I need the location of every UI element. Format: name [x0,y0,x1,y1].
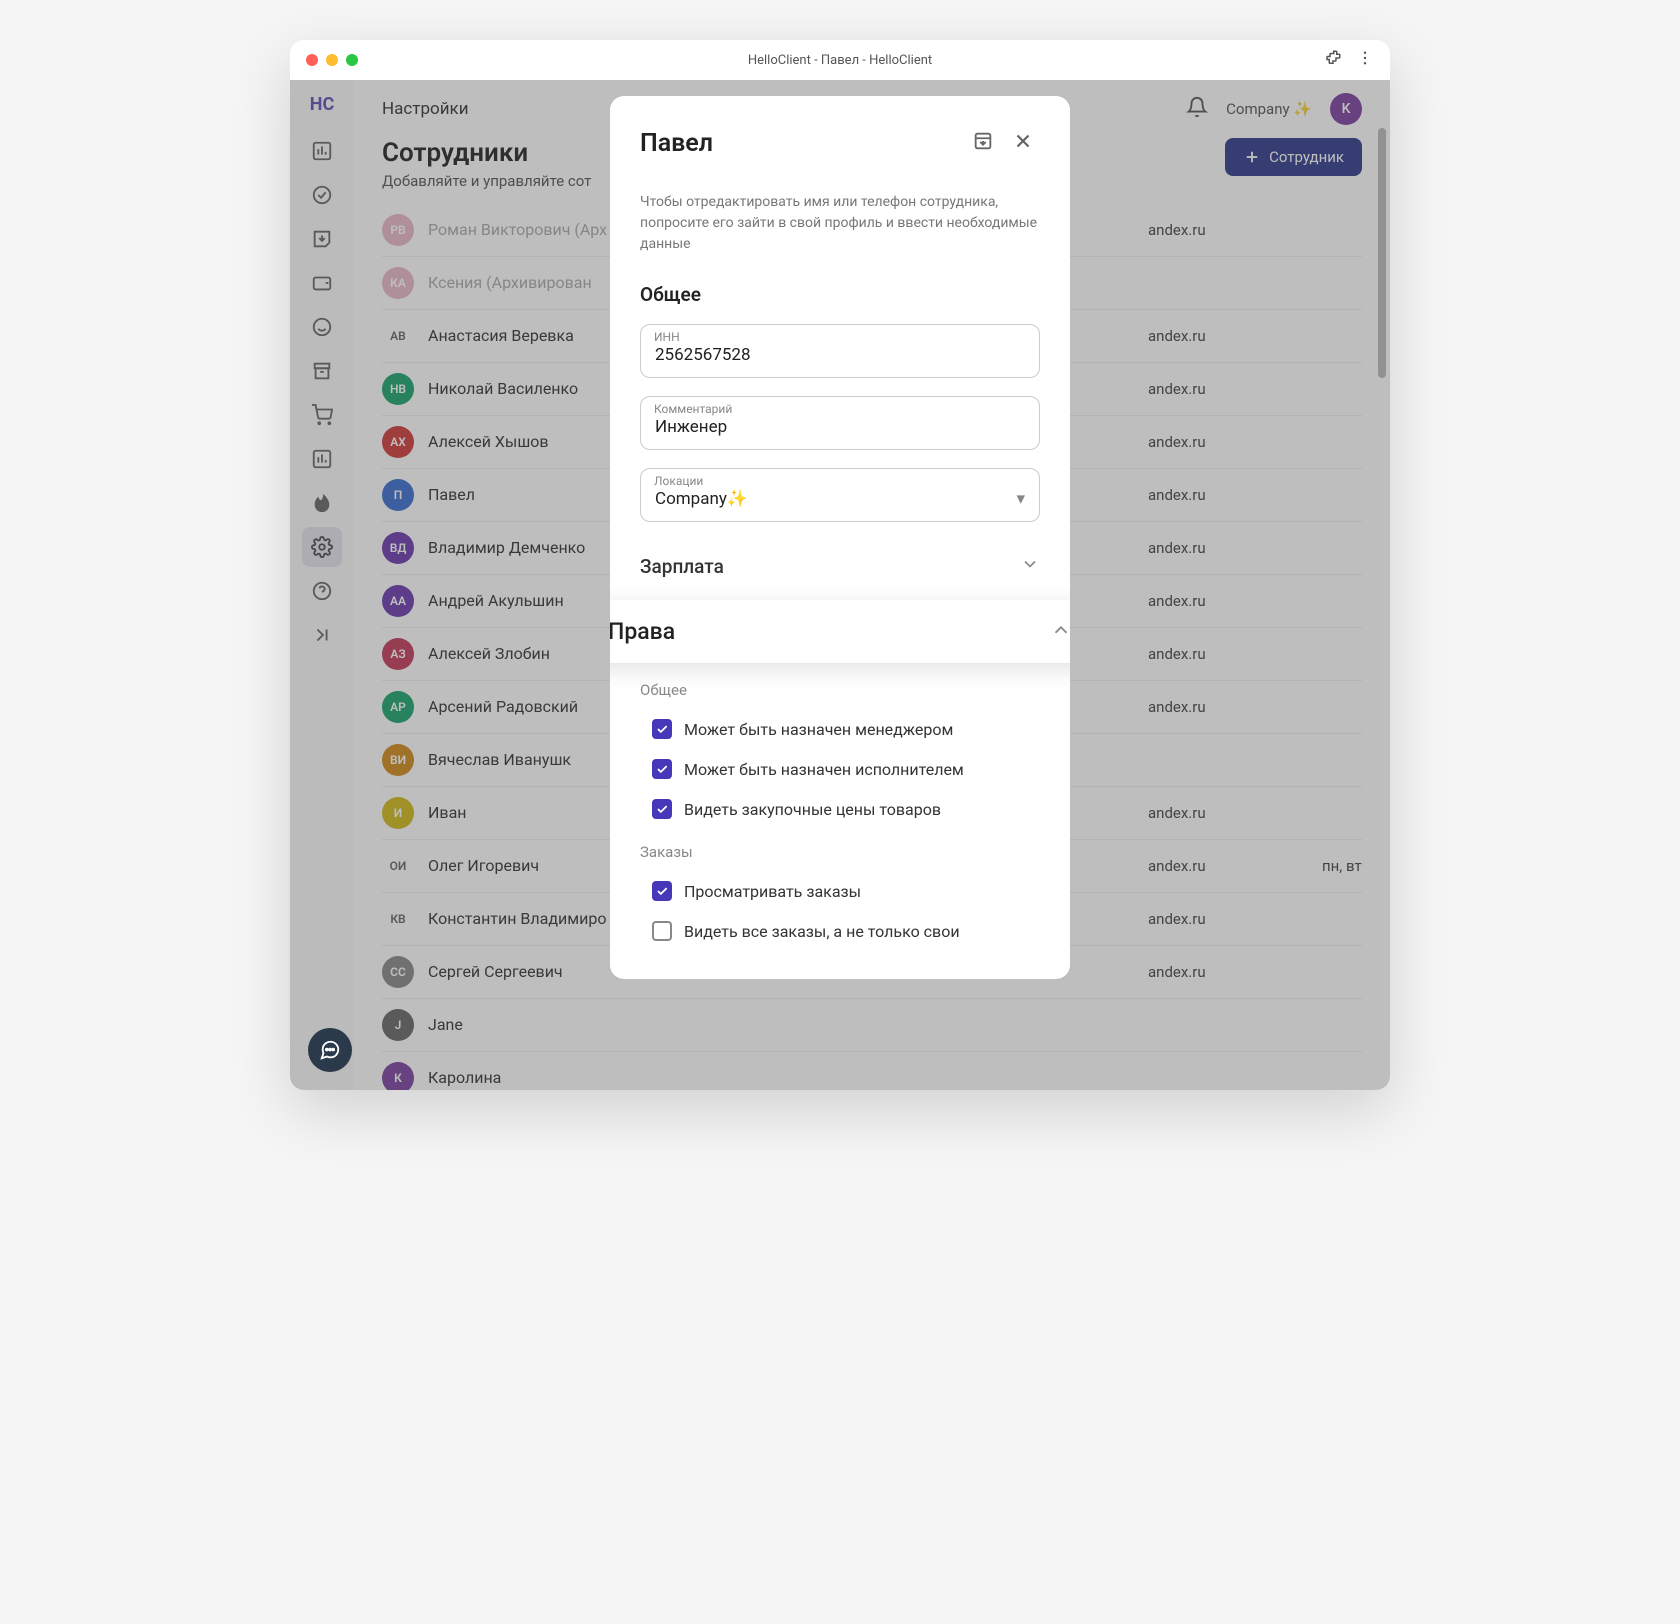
checkbox-checked-icon [652,881,672,901]
salary-expand[interactable]: Зарплата [640,540,1040,592]
app-window: HelloClient - Павел - HelloClient HC [290,40,1390,1090]
comment-field-wrapper: Комментарий [640,396,1040,450]
checkbox-checked-icon [652,799,672,819]
dialog-title: Павел [640,129,713,158]
window-title: HelloClient - Павел - HelloClient [748,53,932,68]
section-general: Общее [640,283,1040,306]
close-button[interactable] [1006,124,1040,162]
titlebar: HelloClient - Павел - HelloClient [290,40,1390,80]
extensions-icon[interactable] [1324,49,1342,71]
inn-field-wrapper: ИНН [640,324,1040,378]
archive-button[interactable] [966,124,1000,162]
checkbox-checked-icon [652,759,672,779]
locations-value: Company✨ [655,489,1016,509]
inn-label: ИНН [654,330,680,344]
perms-general-label: Общее [640,681,1040,699]
dropdown-icon: ▾ [1016,489,1025,509]
permissions-title: Права [610,618,1050,645]
perm-label: Может быть назначен менеджером [684,720,953,739]
comment-label: Комментарий [654,402,732,416]
salary-title: Зарплата [640,555,1020,578]
window-controls [306,54,358,66]
close-window-button[interactable] [306,54,318,66]
maximize-window-button[interactable] [346,54,358,66]
perm-prices-row[interactable]: Видеть закупочные цены товаров [640,789,1040,829]
perm-executor-row[interactable]: Может быть назначен исполнителем [640,749,1040,789]
chevron-down-icon [1020,554,1040,578]
employee-dialog: Павел Чтобы отредактировать имя или теле… [610,96,1070,979]
chevron-up-icon [1050,619,1070,645]
inn-input[interactable] [640,324,1040,378]
perm-view-orders-row[interactable]: Просматривать заказы [640,871,1040,911]
locations-field-wrapper: Локации Company✨ ▾ [640,468,1040,522]
dialog-hint: Чтобы отредактировать имя или телефон со… [640,192,1040,255]
perm-label: Просматривать заказы [684,882,861,901]
perm-manager-row[interactable]: Может быть назначен менеджером [640,709,1040,749]
perm-label: Видеть все заказы, а не только свои [684,922,960,941]
checkbox-checked-icon [652,719,672,739]
perms-orders-label: Заказы [640,843,1040,861]
locations-label: Локации [654,474,703,488]
permissions-expand[interactable]: Права [610,600,1070,663]
perm-label: Видеть закупочные цены товаров [684,800,941,819]
kebab-menu-icon[interactable] [1356,49,1374,71]
perm-label: Может быть назначен исполнителем [684,760,964,779]
minimize-window-button[interactable] [326,54,338,66]
checkbox-unchecked-icon [652,921,672,941]
perm-all-orders-row[interactable]: Видеть все заказы, а не только свои [640,911,1040,951]
chat-fab[interactable] [308,1028,352,1072]
